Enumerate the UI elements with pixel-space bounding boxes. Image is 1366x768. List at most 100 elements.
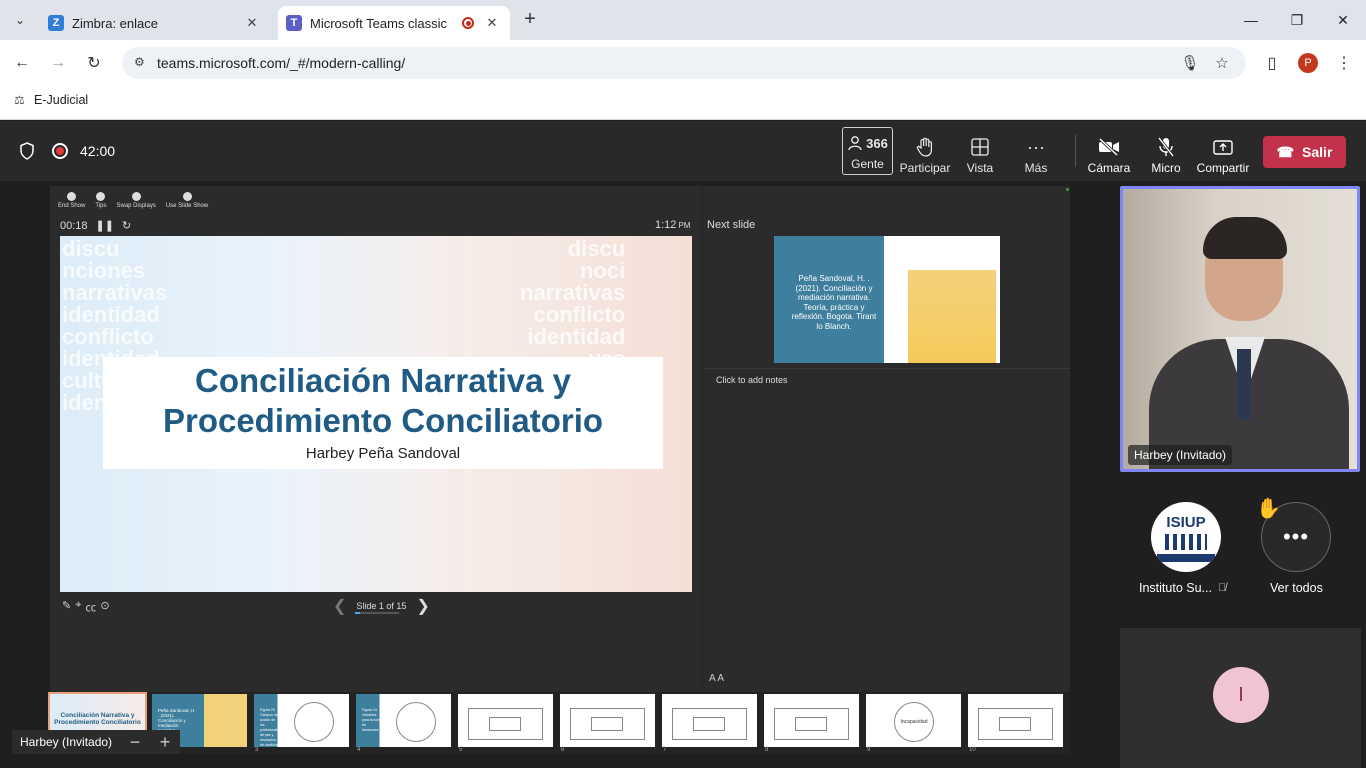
swap-icon (131, 192, 141, 201)
slide-thumbnail[interactable] (662, 694, 757, 747)
site-settings-icon[interactable]: ⚙ (134, 55, 150, 71)
participant-avatar[interactable]: ISIUP (1151, 502, 1221, 572)
slide-thumbnail[interactable]: Figura 24 Variables para la toma de deci… (356, 694, 451, 747)
browser-menu-icon[interactable]: ⋮ (1331, 50, 1357, 76)
pen-icon[interactable]: ✎ (62, 599, 71, 615)
captions-icon[interactable]: ㏄ (85, 599, 96, 615)
browser-tabstrip: ⌄ Z Zimbra: enlace ✕ T Microsoft Teams c… (0, 0, 1366, 40)
slide-title-line1: Conciliación Narrativa y (195, 362, 571, 399)
slide-thumbnail[interactable]: Figura 20 Campos de acción de los profes… (254, 694, 349, 747)
zoom-in-button[interactable]: + (150, 731, 180, 753)
window-close-button[interactable]: ✕ (1320, 0, 1366, 40)
star-icon[interactable]: ☆ (1212, 53, 1232, 73)
slideshow-icon (182, 192, 192, 201)
leave-button[interactable]: ☎ Salir (1263, 136, 1346, 168)
thumbnail-number: 6 (561, 747, 565, 753)
thumbnail-number: 5 (459, 747, 463, 753)
scales-icon: ⚖ (14, 93, 25, 107)
browser-tab-teams[interactable]: T Microsoft Teams classic ✕ (278, 6, 510, 40)
tab-title: Microsoft Teams classic (310, 15, 448, 31)
clock-suffix: PM (678, 221, 691, 230)
browser-tab-zimbra[interactable]: Z Zimbra: enlace ✕ (40, 6, 270, 40)
swap-displays-tool[interactable]: Swap Displays (116, 192, 156, 209)
panel-divider (702, 186, 703, 692)
new-tab-button[interactable]: + (516, 8, 544, 32)
close-icon (67, 192, 77, 201)
share-button[interactable]: Compartir (1196, 129, 1250, 175)
notes-divider (704, 368, 1070, 369)
forward-button[interactable]: → (45, 50, 71, 76)
thumbnail-graphic: Incapacidad (894, 702, 934, 742)
tool-label: End Show (58, 203, 86, 209)
clock-time: 1:12 (655, 219, 677, 231)
mic-button[interactable]: Micro (1146, 129, 1186, 175)
minimize-button[interactable]: — (1228, 0, 1274, 40)
participant-video[interactable]: Harbey (Invitado) (1120, 186, 1360, 472)
end-show-tool[interactable]: End Show (58, 192, 85, 209)
back-button[interactable]: ← (9, 50, 35, 76)
close-icon[interactable]: ✕ (484, 15, 500, 31)
tab-search-dropdown[interactable]: ⌄ (8, 8, 32, 32)
camera-button[interactable]: Cámara (1086, 129, 1132, 175)
tab-title: Zimbra: enlace (72, 15, 158, 31)
slide-thumbnail[interactable]: Incapacidad (866, 694, 961, 747)
profile-avatar[interactable]: P (1298, 53, 1318, 73)
people-label: Gente (851, 157, 884, 171)
thumbnail-graphic (468, 708, 543, 740)
thumbnail-graphic (570, 708, 645, 740)
raise-hand-button[interactable]: Participar (900, 129, 950, 175)
close-icon[interactable]: ✕ (244, 15, 260, 31)
view-label: Vista (966, 161, 994, 175)
notes-placeholder[interactable]: Click to add notes (716, 375, 788, 385)
slide-title-card: Conciliación Narrativa y Procedimiento C… (103, 357, 663, 469)
bookmark-e-judicial[interactable]: ⚖ E-Judicial (14, 93, 88, 107)
next-slide-icon[interactable]: ❯ (416, 596, 429, 616)
slide-thumbnail[interactable] (458, 694, 553, 747)
side-panel-icon[interactable]: ▯ (1259, 50, 1285, 76)
zoom-out-button[interactable]: − (120, 731, 150, 753)
thumbnail-graphic (294, 702, 334, 742)
address-bar[interactable]: ⚙ teams.microsoft.com/_#/modern-calling/… (122, 47, 1246, 79)
mic-off-icon (1157, 136, 1175, 158)
person-tie (1237, 349, 1251, 419)
microphone-icon[interactable]: 🎙 (1180, 53, 1200, 73)
slide-thumbnail[interactable] (560, 694, 655, 747)
zimbra-icon: Z (48, 15, 64, 31)
url-text[interactable]: teams.microsoft.com/_#/modern-calling/ (157, 55, 405, 71)
thumbnail-number: 3 (255, 747, 259, 753)
next-slide-preview: Peña Sandoval, H. . (2021). Conciliación… (774, 236, 1000, 363)
meeting-timer: 42:00 (80, 143, 116, 159)
thumbnail-text: Figura 20 Campos de acción de los profes… (260, 708, 281, 747)
maximize-button[interactable]: ❐ (1274, 0, 1320, 40)
previous-slide-icon[interactable]: ❮ (333, 596, 346, 616)
slide-title: Conciliación Narrativa y Procedimiento C… (103, 361, 663, 441)
slide-thumbnail[interactable] (968, 694, 1063, 747)
camera-off-icon (1098, 136, 1120, 158)
teams-icon: T (286, 15, 302, 31)
more-button[interactable]: ··· Más (1016, 129, 1056, 176)
reload-button[interactable]: ↻ (81, 50, 107, 76)
use-slide-show-tool[interactable]: Use Slide Show (166, 192, 208, 209)
slide-thumbnails: Conciliación Narrativa y Procedimiento C… (48, 692, 1070, 754)
thumbnail-number: 9 (867, 747, 871, 753)
view-button[interactable]: Vista (960, 129, 1000, 175)
restart-icon[interactable]: ↻ (122, 219, 131, 232)
participant-tile[interactable]: I (1120, 628, 1361, 768)
pause-icon[interactable]: ❚❚ (96, 219, 114, 232)
zoom-control: Harbey (Invitado) − + (12, 730, 181, 754)
pointer-icon[interactable]: ⌖ (75, 599, 81, 615)
status-indicator (1066, 188, 1069, 191)
people-button[interactable]: 366 Gente (842, 127, 893, 175)
more-icon: ••• (1282, 524, 1310, 549)
presenter-tools-bottom: ✎ ⌖ ㏄ ⊙ (62, 599, 110, 615)
more-options-icon[interactable]: ⊙ (100, 599, 109, 615)
tips-tool[interactable]: Tips (95, 192, 106, 209)
shield-icon[interactable] (19, 142, 35, 160)
logo-text: ISIUP (1166, 514, 1206, 531)
thumbnail-number: 10 (969, 747, 976, 753)
font-size-controls[interactable]: A A (709, 673, 724, 684)
meeting-toolbar: 42:00 366 Gente Participar Vista ··· Más… (0, 121, 1366, 181)
thumbnail-graphic (672, 708, 747, 740)
slide-thumbnail[interactable] (764, 694, 859, 747)
presenter-name-tag: Harbey (Invitado) (20, 735, 113, 749)
